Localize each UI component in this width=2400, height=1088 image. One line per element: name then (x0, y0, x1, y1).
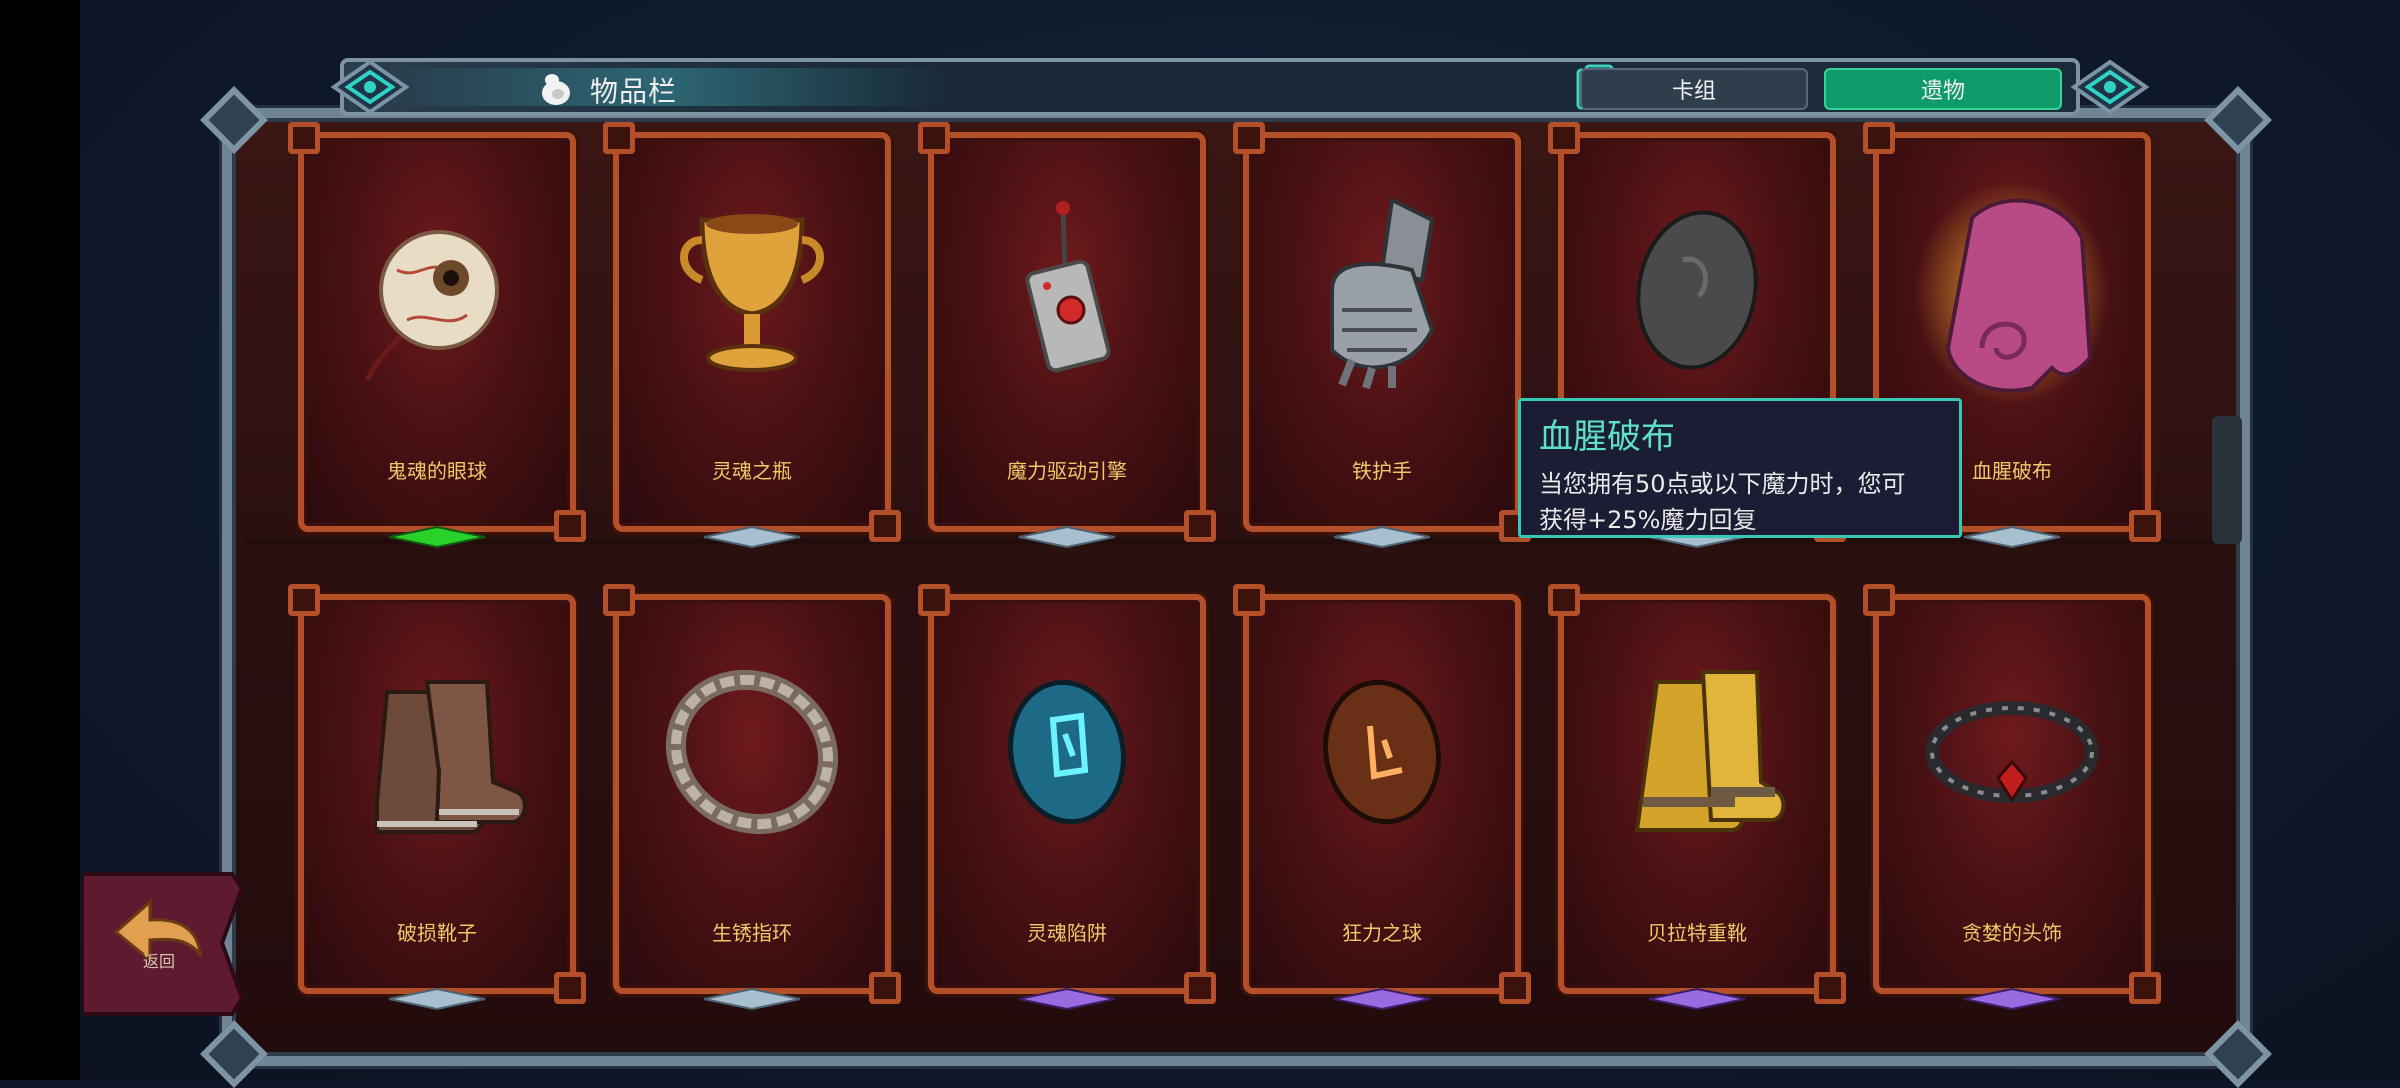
scrollbar-handle[interactable] (2212, 416, 2242, 544)
item-name: 贝拉特重靴 (1647, 921, 1747, 945)
tab-deck[interactable]: 卡组 (1580, 68, 1808, 110)
tooltip-desc-line: 当您拥有50点或以下魔力时，您可 (1539, 470, 1906, 498)
rarity-gem-silver (703, 988, 801, 1010)
item-card[interactable]: 鬼魂的眼球 (288, 122, 586, 548)
card-corner-hook (1184, 510, 1216, 542)
card-corner-hook (1863, 584, 1895, 616)
bag-icon (542, 74, 570, 105)
tooltip-description: 当您拥有50点或以下魔力时，您可 获得+25%魔力回复 (1539, 466, 1941, 538)
card-corner-hook (1233, 122, 1265, 154)
orange-rune-stone-icon (1323, 679, 1441, 825)
back-button[interactable] (82, 868, 242, 1018)
card-corner-hook (1548, 584, 1580, 616)
card-corner-hook (288, 122, 320, 154)
header-gem-ornament-left (330, 59, 410, 115)
tab-relics[interactable]: 遗物 (1824, 68, 2062, 110)
eyeball-icon (364, 230, 499, 382)
item-name: 贪婪的头饰 (1962, 921, 2062, 945)
rarity-gem-purple (1333, 988, 1431, 1010)
item-name: 狂力之球 (1342, 921, 1422, 945)
item-card[interactable]: 灵魂之瓶 (603, 122, 901, 548)
card-corner-hook (869, 510, 901, 542)
card-corner-hook (869, 972, 901, 1004)
card-corner-hook (1814, 972, 1846, 1004)
remote-detonator-icon (1025, 201, 1111, 373)
rarity-gem-purple (1018, 988, 1116, 1010)
item-card[interactable]: 魔力驱动引擎 (918, 122, 1216, 548)
item-name: 鬼魂的眼球 (387, 459, 487, 483)
card-corner-hook (603, 122, 635, 154)
item-tooltip: 血腥破布 当您拥有50点或以下魔力时，您可 获得+25%魔力回复 (1518, 398, 1962, 538)
card-corner-hook (918, 584, 950, 616)
item-name: 灵魂陷阱 (1027, 921, 1107, 945)
item-card[interactable]: 狂力之球 (1233, 584, 1531, 1010)
item-name: 灵魂之瓶 (712, 459, 792, 483)
rusty-ring-icon (665, 669, 839, 835)
page-title: 物品栏 (590, 75, 678, 108)
bloody-rag-icon (1914, 181, 2110, 405)
rarity-gem-purple (1648, 988, 1746, 1010)
item-name: 生锈指环 (712, 921, 792, 945)
rarity-gem-silver (703, 526, 801, 548)
rarity-gem-silver (1333, 526, 1431, 548)
golden-chalice-icon (680, 214, 824, 372)
card-corner-hook (1499, 972, 1531, 1004)
screen-left-border (0, 0, 80, 1080)
item-card[interactable]: 灵魂陷阱 (918, 584, 1216, 1010)
iron-gauntlet-icon (1330, 196, 1435, 390)
card-corner-hook (603, 584, 635, 616)
item-name: 魔力驱动引擎 (1007, 459, 1127, 483)
card-corner-hook (554, 510, 586, 542)
card-corner-hook (288, 584, 320, 616)
item-card[interactable]: 生锈指环 (603, 584, 901, 1010)
item-name: 破损靴子 (397, 921, 477, 945)
rarity-gem-green (388, 526, 486, 548)
tooltip-title: 血腥破布 (1539, 417, 1675, 457)
item-name: 铁护手 (1352, 459, 1412, 483)
thorn-circlet-icon (1925, 701, 2099, 803)
worn-boots-icon (375, 680, 527, 834)
rarity-gem-silver (1018, 526, 1116, 548)
item-card[interactable]: 铁护手 (1233, 122, 1531, 548)
item-card[interactable]: 贝拉特重靴 (1548, 584, 1846, 1010)
item-card[interactable]: 破损靴子 (288, 584, 586, 1010)
back-button-label[interactable]: 返回 (143, 948, 175, 972)
card-corner-hook (1548, 122, 1580, 154)
card-corner-hook (554, 972, 586, 1004)
row-divider (244, 538, 2228, 544)
rarity-gem-silver (388, 988, 486, 1010)
item-card[interactable]: 贪婪的头饰 (1863, 584, 2161, 1010)
card-corner-hook (1184, 972, 1216, 1004)
card-corner-hook (1863, 122, 1895, 154)
header-gem-ornament-right (2070, 59, 2150, 115)
card-corner-hook (2129, 972, 2161, 1004)
grey-stone-icon (1636, 210, 1758, 370)
golden-boots-icon (1634, 670, 1786, 832)
tooltip-desc-line: 获得+25%魔力回复 (1539, 506, 1757, 534)
rarity-gem-purple (1963, 988, 2061, 1010)
card-corner-hook (918, 122, 950, 154)
rarity-gem-silver (1963, 526, 2061, 548)
blue-rune-stone-icon (1008, 679, 1126, 825)
card-corner-hook (2129, 510, 2161, 542)
card-corner-hook (1233, 584, 1265, 616)
